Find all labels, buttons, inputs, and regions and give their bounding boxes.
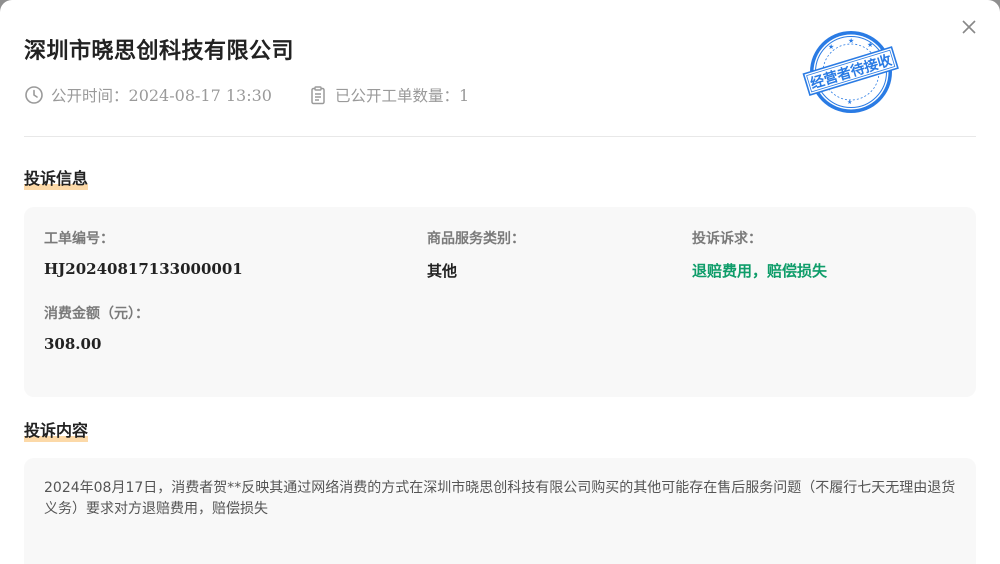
svg-text:★: ★ (848, 37, 854, 45)
complaint-detail-modal: 深圳市晓思创科技有限公司 公开时间： 2024-08-17 13:30 已公开工… (0, 0, 1000, 564)
publish-time-value: 2024-08-17 13:30 (128, 85, 272, 105)
section-title-complaint-content: 投诉内容 (24, 417, 89, 442)
category-label: 商品服务类别： (427, 231, 525, 247)
demand-field: 投诉诉求： 退赔费用，赔偿损失 (692, 228, 827, 281)
category-value: 其他 (427, 262, 458, 280)
amount-label: 消费金额（元）： (44, 306, 149, 322)
ticket-count-value: 1 (458, 85, 470, 105)
demand-value: 退赔费用，赔偿损失 (692, 262, 828, 280)
complaint-info-card: 工单编号： HJ20240817133000001 商品服务类别： 其他 投诉诉… (24, 207, 976, 397)
ticket-number-field: 工单编号： HJ20240817133000001 (44, 228, 243, 278)
close-button[interactable] (958, 16, 980, 38)
amount-value: 308.00 (44, 335, 102, 353)
clock-icon (24, 85, 44, 105)
complaint-content-text: 2024年08月17日，消费者贺**反映其通过网络消费的方式在深圳市晓思创科技有… (44, 480, 956, 517)
header-divider (24, 136, 976, 137)
ticket-number-value: HJ20240817133000001 (44, 260, 243, 278)
complaint-content-card: 2024年08月17日，消费者贺**反映其通过网络消费的方式在深圳市晓思创科技有… (24, 458, 976, 564)
section-title-complaint-info: 投诉信息 (24, 165, 89, 190)
demand-label: 投诉诉求： (692, 231, 762, 247)
svg-text:★: ★ (847, 99, 852, 106)
ticket-count-label: 已公开工单数量： (334, 87, 459, 105)
ticket-count: 已公开工单数量： 1 (308, 84, 469, 106)
clipboard-icon (308, 85, 328, 105)
amount-field: 消费金额（元）： 308.00 (44, 303, 149, 353)
ticket-number-label: 工单编号： (44, 231, 114, 247)
close-icon (962, 20, 976, 34)
company-name: 深圳市晓思创科技有限公司 (24, 39, 295, 64)
category-field: 商品服务类别： 其他 (427, 228, 525, 281)
svg-text:★: ★ (828, 43, 834, 51)
status-stamp: ★ ★ ★ ★ 经营者待接收 (802, 31, 899, 113)
stamp-seal-icon: ★ ★ ★ ★ 经营者待接收 (802, 31, 899, 113)
svg-text:★: ★ (867, 41, 873, 49)
meta-row: 公开时间： 2024-08-17 13:30 已公开工单数量： 1 (24, 84, 469, 106)
publish-time: 公开时间： 2024-08-17 13:30 (24, 84, 272, 106)
publish-time-label: 公开时间： (51, 87, 129, 105)
